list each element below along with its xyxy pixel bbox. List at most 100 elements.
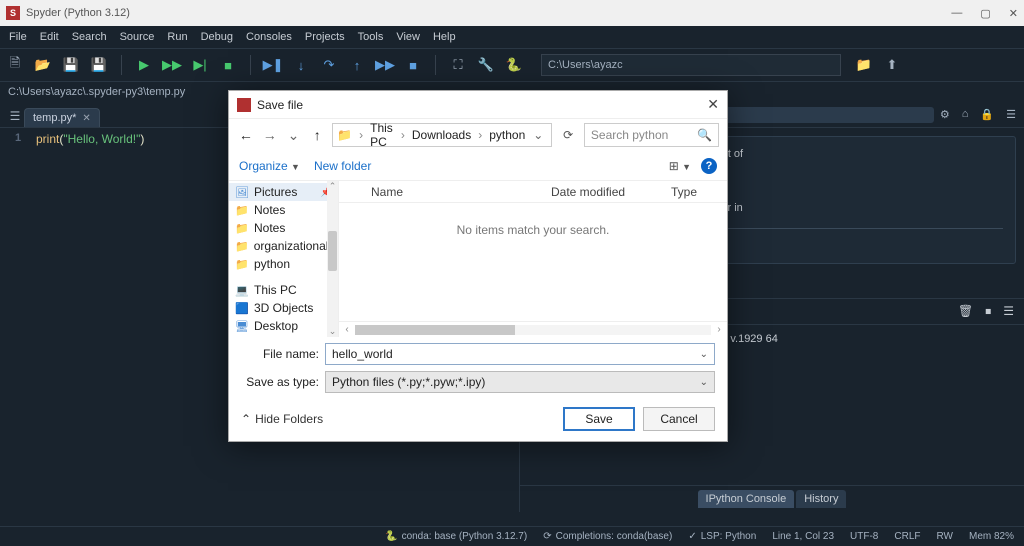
continue-icon[interactable]: ▶▶ <box>376 56 394 74</box>
crumb-python[interactable]: python <box>485 128 529 142</box>
run-selection-icon[interactable]: ▶| <box>191 56 209 74</box>
nav-recent-icon[interactable]: ⌄ <box>285 127 303 144</box>
scroll-up-icon[interactable]: ⌃ <box>327 181 338 192</box>
parent-dir-icon[interactable]: ⬆ <box>883 56 901 74</box>
menu-edit[interactable]: Edit <box>35 29 64 45</box>
close-icon[interactable]: ✕ <box>1009 7 1018 20</box>
tree-scrollbar[interactable]: ⌃ ⌄ <box>327 181 338 337</box>
status-lsp[interactable]: ✓ LSP: Python <box>688 531 756 542</box>
help-icon[interactable]: ? <box>701 158 717 174</box>
filetype-dropdown-icon[interactable]: ⌄ <box>700 377 708 388</box>
menu-icon[interactable]: ☰ <box>1006 108 1016 121</box>
debug-icon[interactable]: ▶❚ <box>264 56 282 74</box>
cancel-button[interactable]: Cancel <box>643 407 715 431</box>
nav-back-icon[interactable]: ← <box>237 127 255 143</box>
crumb-downloads[interactable]: Downloads <box>408 128 475 142</box>
chevron-down-icon[interactable]: ⌄ <box>529 128 547 142</box>
maximize-icon[interactable]: ▢ <box>980 7 990 20</box>
chevron-right-icon[interactable]: › <box>398 128 408 142</box>
run-cell-icon[interactable]: ▶▶ <box>163 56 181 74</box>
filetype-select[interactable]: Python files (*.py;*.pyw;*.ipy) ⌄ <box>325 371 715 393</box>
menu-file[interactable]: File <box>4 29 32 45</box>
stop-debug-icon[interactable]: ■ <box>404 56 422 74</box>
status-memory[interactable]: Mem 82% <box>969 531 1014 542</box>
column-date[interactable]: Date modified <box>541 185 661 199</box>
new-folder-button[interactable]: New folder <box>314 159 371 173</box>
menu-help[interactable]: Help <box>428 29 461 45</box>
chevron-right-icon[interactable]: › <box>475 128 485 142</box>
scroll-down-icon[interactable]: ⌄ <box>327 326 338 337</box>
menu-source[interactable]: Source <box>115 29 160 45</box>
scroll-thumb[interactable] <box>328 231 337 271</box>
status-completions[interactable]: ⟳ Completions: conda(base) <box>543 531 672 542</box>
new-file-icon[interactable]: 🗎 <box>6 56 24 74</box>
status-position[interactable]: Line 1, Col 23 <box>772 531 834 542</box>
chevron-right-icon[interactable]: › <box>356 128 366 142</box>
tree-item-notes[interactable]: 📁Notes <box>229 201 338 219</box>
tree-item-this-pc[interactable]: 💻This PC <box>229 281 338 299</box>
status-eol[interactable]: CRLF <box>894 531 920 542</box>
working-dir-box[interactable]: C:\Users\ayazc <box>541 54 841 76</box>
maximize-pane-icon[interactable]: ⛶ <box>449 56 467 74</box>
organize-button[interactable]: Organize ▼ <box>239 159 300 173</box>
breadcrumb-box[interactable]: 📁 › This PC › Downloads › python ⌄ <box>332 123 552 147</box>
scroll-left-icon[interactable]: ‹ <box>339 324 355 335</box>
tree-item-notes[interactable]: 📁Notes <box>229 219 338 237</box>
python-path-icon[interactable]: 🐍 <box>505 56 523 74</box>
close-tab-icon[interactable]: ✕ <box>82 113 90 124</box>
scroll-thumb[interactable] <box>355 325 515 335</box>
dialog-close-icon[interactable]: ✕ <box>707 96 719 113</box>
menu-search[interactable]: Search <box>67 29 112 45</box>
folder-tree[interactable]: 🖼Pictures📌 📁Notes 📁Notes 📁organizational… <box>229 181 339 337</box>
tab-history[interactable]: History <box>796 490 846 508</box>
menu-debug[interactable]: Debug <box>196 29 238 45</box>
tree-item-3d-objects[interactable]: 🟦3D Objects <box>229 299 338 317</box>
search-icon[interactable]: 🔍 <box>697 128 712 142</box>
step-over-icon[interactable]: ↷ <box>320 56 338 74</box>
hide-folders-toggle[interactable]: ⌃ Hide Folders <box>241 412 323 426</box>
save-button[interactable]: Save <box>563 407 635 431</box>
run-icon[interactable]: ▶ <box>135 56 153 74</box>
file-list-icon[interactable]: ☰ <box>6 105 24 127</box>
console-menu-icon[interactable]: ☰ <box>1003 304 1014 318</box>
lock-icon[interactable]: 🔒 <box>980 108 994 121</box>
status-rw[interactable]: RW <box>937 531 953 542</box>
status-conda[interactable]: 🐍 conda: base (Python 3.12.7) <box>385 531 527 542</box>
open-icon[interactable]: 📂 <box>34 56 52 74</box>
editor-tab-temp[interactable]: temp.py* ✕ <box>24 108 100 127</box>
browse-dir-icon[interactable]: 📁 <box>855 56 873 74</box>
nav-up-icon[interactable]: ↑ <box>308 127 326 143</box>
preferences-icon[interactable]: 🔧 <box>477 56 495 74</box>
tree-item-pictures[interactable]: 🖼Pictures📌 <box>229 183 338 201</box>
crumb-this-pc[interactable]: This PC <box>366 121 398 149</box>
status-encoding[interactable]: UTF-8 <box>850 531 878 542</box>
console-clear-icon[interactable]: 🗑 <box>958 304 973 318</box>
filename-dropdown-icon[interactable]: ⌄ <box>700 349 708 360</box>
console-stop-icon[interactable]: ⏹ <box>985 304 991 319</box>
tree-item-python[interactable]: 📁python <box>229 255 338 273</box>
nav-forward-icon[interactable]: → <box>261 127 279 143</box>
step-in-icon[interactable]: ↓ <box>292 56 310 74</box>
save-all-icon[interactable]: 💾 <box>90 56 108 74</box>
menu-projects[interactable]: Projects <box>300 29 350 45</box>
gear-icon[interactable]: ⚙ <box>940 108 950 121</box>
view-options-icon[interactable]: ⊞ ▼ <box>669 159 691 173</box>
step-out-icon[interactable]: ↑ <box>348 56 366 74</box>
minimize-icon[interactable]: ― <box>951 7 962 20</box>
save-icon[interactable]: 💾 <box>62 56 80 74</box>
filename-input[interactable]: hello_world ⌄ <box>325 343 715 365</box>
home-icon[interactable]: ⌂ <box>962 108 969 121</box>
scroll-right-icon[interactable]: › <box>711 324 727 335</box>
search-input[interactable]: Search python 🔍 <box>584 123 719 147</box>
horizontal-scrollbar[interactable]: ‹ › <box>339 321 727 337</box>
tree-item-desktop[interactable]: 🖥Desktop <box>229 317 338 335</box>
stop-icon[interactable]: ■ <box>219 56 237 74</box>
menu-consoles[interactable]: Consoles <box>241 29 297 45</box>
menu-run[interactable]: Run <box>162 29 192 45</box>
tree-item-documents[interactable]: 📄Documents <box>229 335 338 337</box>
column-name[interactable]: Name <box>361 185 541 199</box>
menu-tools[interactable]: Tools <box>353 29 389 45</box>
menu-view[interactable]: View <box>391 29 425 45</box>
column-type[interactable]: Type <box>661 185 721 199</box>
tree-item-organizational[interactable]: 📁organizational d <box>229 237 338 255</box>
